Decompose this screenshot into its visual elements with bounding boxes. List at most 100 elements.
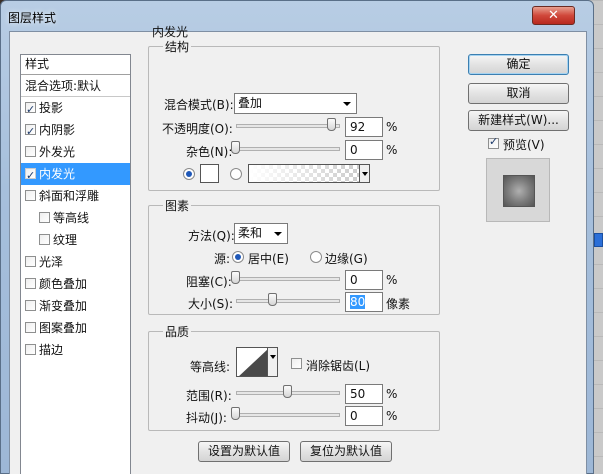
style-item-11[interactable]: 描边	[21, 339, 130, 361]
size-slider-track[interactable]	[236, 299, 340, 303]
opacity-unit: %	[386, 120, 398, 134]
jitter-label: 抖动(J):	[186, 411, 227, 425]
style-item-checkbox[interactable]	[39, 212, 50, 223]
contour-dropdown-arrow[interactable]	[267, 347, 278, 377]
make-default-button[interactable]: 设置为默认值	[198, 441, 290, 462]
style-item-checkbox[interactable]	[25, 344, 36, 355]
blend-mode-label: 混合模式(B):	[164, 98, 234, 112]
noise-unit: %	[386, 143, 398, 157]
chevron-down-icon	[274, 232, 282, 236]
style-item-label: 描边	[39, 343, 64, 357]
preview-checkbox[interactable]	[488, 135, 499, 149]
style-item-checkbox[interactable]	[25, 99, 36, 121]
style-item-label: 光泽	[39, 255, 64, 269]
style-item-7[interactable]: 光泽	[21, 251, 130, 273]
source-edge-radio[interactable]	[310, 251, 322, 263]
style-item-label: 图案叠加	[39, 321, 88, 335]
style-item-10[interactable]: 图案叠加	[21, 317, 130, 339]
reset-default-button[interactable]: 复位为默认值	[300, 441, 392, 462]
source-center-label[interactable]: 居中(E)	[248, 250, 289, 267]
gradient-radio[interactable]	[230, 168, 242, 180]
elements-title: 图素	[163, 197, 192, 214]
opacity-input[interactable]: 92	[345, 117, 383, 137]
panel-expand-marker[interactable]	[594, 233, 603, 247]
choke-label: 阻塞(C):	[186, 275, 232, 289]
source-center-radio[interactable]	[232, 251, 244, 263]
jitter-input[interactable]: 0	[345, 406, 383, 426]
style-item-label: 内发光	[39, 167, 76, 181]
cancel-button[interactable]: 取消	[468, 83, 569, 104]
jitter-slider-thumb[interactable]	[231, 407, 240, 420]
choke-unit: %	[386, 273, 398, 287]
source-label: 源:	[214, 252, 231, 266]
jitter-unit: %	[386, 409, 398, 423]
anti-alias-label[interactable]: 消除锯齿(L)	[306, 357, 370, 374]
style-item-checkbox[interactable]	[25, 256, 36, 267]
method-label: 方法(Q):	[188, 229, 235, 243]
style-item-label: 等高线	[53, 211, 90, 225]
size-label: 大小(S):	[188, 297, 234, 311]
noise-slider-thumb[interactable]	[231, 141, 240, 154]
style-item-label: 斜面和浮雕	[39, 189, 100, 203]
style-item-label: 投影	[39, 101, 64, 115]
style-item-checkbox[interactable]	[25, 146, 36, 157]
structure-title: 结构	[163, 38, 192, 55]
close-button[interactable]: ✕	[532, 6, 575, 25]
size-slider-thumb[interactable]	[268, 293, 277, 306]
jitter-slider-track[interactable]	[236, 413, 340, 417]
gradient-dropdown-arrow[interactable]	[359, 164, 370, 183]
dialog-client-area: 样式 混合选项:默认 投影内阴影外发光内发光斜面和浮雕等高线纹理光泽颜色叠加渐变…	[9, 25, 587, 474]
blend-mode-value: 叠加	[238, 96, 263, 110]
opacity-slider-thumb[interactable]	[326, 118, 336, 131]
preview-label[interactable]: 预览(V)	[503, 136, 545, 153]
noise-label: 杂色(N):	[186, 145, 233, 159]
style-item-checkbox[interactable]	[25, 165, 36, 187]
style-item-1[interactable]: 内阴影	[21, 119, 130, 143]
style-item-checkbox[interactable]	[39, 234, 50, 245]
glow-gradient-picker[interactable]	[248, 164, 360, 183]
method-select[interactable]: 柔和	[234, 223, 288, 244]
range-slider-thumb[interactable]	[283, 385, 292, 398]
style-item-2[interactable]: 外发光	[21, 141, 130, 163]
solid-color-radio[interactable]	[183, 168, 195, 180]
range-unit: %	[386, 387, 398, 401]
choke-slider-thumb[interactable]	[231, 271, 240, 284]
style-item-checkbox[interactable]	[25, 300, 36, 311]
titlebar: 图层样式 ✕	[1, 1, 593, 31]
range-input[interactable]: 50	[345, 384, 383, 404]
style-item-checkbox[interactable]	[25, 322, 36, 333]
styles-list-header[interactable]: 样式	[21, 55, 130, 75]
contour-picker[interactable]	[236, 347, 268, 377]
opacity-slider-track[interactable]	[236, 124, 340, 128]
style-item-8[interactable]: 颜色叠加	[21, 273, 130, 295]
style-item-checkbox[interactable]	[25, 278, 36, 289]
anti-alias-checkbox[interactable]	[291, 358, 302, 369]
chevron-down-icon	[343, 102, 351, 106]
choke-input[interactable]: 0	[345, 270, 383, 290]
new-style-button[interactable]: 新建样式(W)...	[468, 110, 569, 131]
style-item-checkbox[interactable]	[25, 121, 36, 143]
range-label: 范围(R):	[186, 389, 232, 403]
style-item-6[interactable]: 纹理	[21, 229, 130, 251]
glow-color-swatch[interactable]	[200, 164, 219, 183]
quality-title: 品质	[163, 323, 192, 340]
style-item-label: 纹理	[53, 233, 78, 247]
style-item-3[interactable]: 内发光	[21, 163, 130, 187]
style-item-9[interactable]: 渐变叠加	[21, 295, 130, 317]
choke-slider-track[interactable]	[236, 277, 340, 281]
source-edge-label[interactable]: 边缘(G)	[325, 250, 368, 267]
noise-slider-track[interactable]	[236, 147, 340, 151]
size-unit: 像素	[386, 297, 411, 311]
size-input[interactable]: 80	[345, 292, 383, 312]
style-item-0[interactable]: 投影	[21, 97, 130, 121]
blend-options-item[interactable]: 混合选项:默认	[21, 75, 130, 97]
ok-button[interactable]: 确定	[468, 54, 569, 75]
noise-input[interactable]: 0	[345, 140, 383, 160]
styles-list: 样式 混合选项:默认 投影内阴影外发光内发光斜面和浮雕等高线纹理光泽颜色叠加渐变…	[20, 54, 131, 474]
style-item-5[interactable]: 等高线	[21, 207, 130, 229]
blend-mode-select[interactable]: 叠加	[234, 93, 357, 114]
contour-label: 等高线:	[190, 360, 231, 374]
style-item-label: 内阴影	[39, 123, 76, 137]
style-item-checkbox[interactable]	[25, 190, 36, 201]
style-item-4[interactable]: 斜面和浮雕	[21, 185, 130, 207]
